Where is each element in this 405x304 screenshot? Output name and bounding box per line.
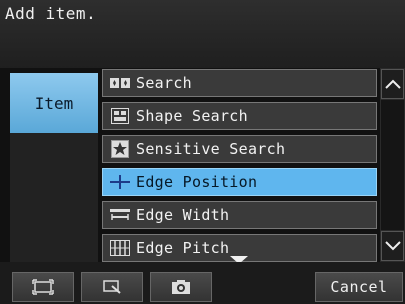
scrollbar[interactable] — [380, 68, 405, 262]
camera-icon — [172, 280, 190, 294]
list-item-edge-width[interactable]: Edge Width — [102, 201, 377, 229]
cancel-button[interactable]: Cancel — [315, 272, 403, 302]
list-item-shape-search[interactable]: Shape Search — [102, 102, 377, 130]
tab-item-label: Item — [34, 93, 74, 113]
list-item-label: Shape Search — [136, 107, 248, 125]
zoom-area-button[interactable] — [81, 272, 143, 302]
capture-button[interactable] — [150, 272, 212, 302]
chevron-down-icon — [384, 241, 401, 251]
shape-search-icon — [109, 108, 131, 124]
scroll-up-button[interactable] — [381, 69, 404, 99]
search-icon — [109, 75, 131, 91]
fit-view-icon — [32, 279, 54, 295]
list-item-label: Edge Width — [136, 206, 230, 224]
dialog-title: Add item. — [5, 4, 97, 23]
zoom-area-icon — [103, 280, 121, 294]
edge-pitch-icon — [109, 240, 131, 256]
list-item-edge-position[interactable]: Edge Position — [102, 168, 377, 196]
list-item-label: Edge Pitch — [136, 239, 230, 257]
scroll-track[interactable] — [381, 100, 404, 230]
fit-view-button[interactable] — [12, 272, 74, 302]
list-item-label: Search — [136, 74, 192, 92]
scroll-down-button[interactable] — [381, 231, 404, 261]
chevron-up-icon — [384, 79, 401, 89]
sensitive-search-icon — [109, 140, 131, 158]
list-item-label: Sensitive Search — [136, 140, 286, 158]
tab-strip — [10, 133, 98, 262]
list-item-search[interactable]: Search — [102, 69, 377, 97]
edge-width-icon — [109, 207, 131, 223]
list-item-sensitive-search[interactable]: Sensitive Search — [102, 135, 377, 163]
tab-item[interactable]: Item — [10, 73, 98, 133]
list-item-label: Edge Position — [136, 173, 258, 191]
title-bar: Add item. — [0, 0, 405, 68]
item-list: Search Shape Search Sensitive Search Edg… — [99, 68, 379, 262]
edge-position-icon — [109, 174, 131, 190]
